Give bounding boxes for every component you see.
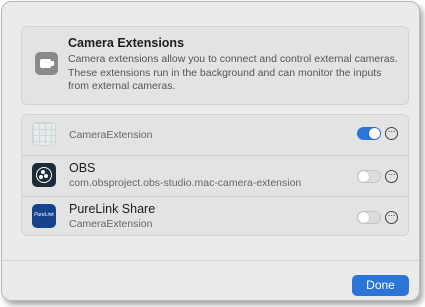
info-description: Camera extensions allow you to connect a… <box>68 53 398 92</box>
purelink-icon: PureLink <box>32 204 56 228</box>
footer-divider <box>2 260 419 261</box>
extension-toggle[interactable] <box>357 170 381 183</box>
purelink-icon-text: PureLink <box>34 212 54 218</box>
extension-name: OBS <box>69 161 96 175</box>
extension-name: PureLink Share <box>69 202 156 216</box>
info-panel: Camera Extensions Camera extensions allo… <box>21 26 409 105</box>
more-options-icon[interactable]: ··· <box>385 170 398 183</box>
extension-subtitle: CameraExtension <box>69 129 153 141</box>
camera-extensions-sheet: Camera Extensions Camera extensions allo… <box>1 1 420 301</box>
extension-subtitle: com.obsproject.obs-studio.mac-camera-ext… <box>69 177 302 189</box>
done-button[interactable]: Done <box>352 275 409 296</box>
more-options-icon[interactable]: ··· <box>385 127 398 140</box>
more-options-icon[interactable]: ··· <box>385 211 398 224</box>
extensions-list: CameraExtension ··· OBS com.obsproject.o… <box>21 114 409 236</box>
info-title: Camera Extensions <box>68 36 185 50</box>
list-item-purelink-share: PureLink PureLink Share CameraExtension … <box>22 196 408 237</box>
extension-subtitle: CameraExtension <box>69 218 153 230</box>
list-item-obs: OBS com.obsproject.obs-studio.mac-camera… <box>22 155 408 196</box>
generic-app-icon <box>32 122 56 146</box>
obs-icon <box>32 163 56 187</box>
extension-toggle[interactable] <box>357 127 381 140</box>
camera-extension-icon <box>35 52 58 75</box>
list-item-camera-extension: CameraExtension ··· <box>22 115 408 155</box>
extension-toggle[interactable] <box>357 211 381 224</box>
